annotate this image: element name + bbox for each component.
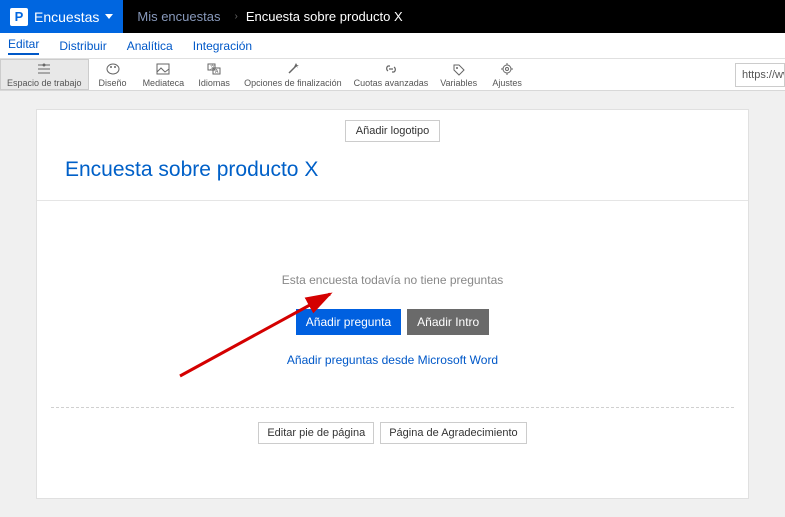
link-row: Añadir preguntas desde Microsoft Word bbox=[37, 345, 748, 407]
tab-distribute[interactable]: Distribuir bbox=[59, 39, 106, 53]
edit-footer-button[interactable]: Editar pie de página bbox=[258, 422, 374, 444]
survey-title[interactable]: Encuesta sobre producto X bbox=[37, 148, 748, 200]
add-logo-button[interactable]: Añadir logotipo bbox=[345, 120, 440, 142]
url-field[interactable]: https://ww bbox=[735, 63, 785, 87]
footer-row: Editar pie de página Página de Agradecim… bbox=[37, 408, 748, 458]
add-intro-button[interactable]: Añadir Intro bbox=[407, 309, 489, 335]
gear-icon bbox=[499, 62, 515, 76]
thanks-page-button[interactable]: Página de Agradecimiento bbox=[380, 422, 526, 444]
palette-icon bbox=[105, 62, 121, 76]
toolbar-label: Opciones de finalización bbox=[244, 78, 342, 88]
toolbar-label: Idiomas bbox=[198, 78, 230, 88]
toolbar-design[interactable]: Diseño bbox=[89, 59, 137, 90]
caret-down-icon bbox=[105, 14, 113, 19]
breadcrumb-current: Encuesta sobre producto X bbox=[238, 9, 411, 24]
toolbar: Espacio de trabajo Diseño Mediateca 文A I… bbox=[0, 59, 785, 91]
logo-slot: Añadir logotipo bbox=[37, 110, 748, 148]
add-from-word-link[interactable]: Añadir preguntas desde Microsoft Word bbox=[287, 353, 498, 367]
brand-dropdown[interactable]: P Encuestas bbox=[0, 0, 123, 33]
toolbar-label: Ajustes bbox=[492, 78, 522, 88]
translate-icon: 文A bbox=[206, 62, 222, 76]
toolbar-variables[interactable]: Variables bbox=[434, 59, 483, 90]
toolbar-label: Variables bbox=[440, 78, 477, 88]
toolbar-languages[interactable]: 文A Idiomas bbox=[190, 59, 238, 90]
toolbar-media[interactable]: Mediateca bbox=[137, 59, 191, 90]
my-surveys-link[interactable]: Mis encuestas bbox=[123, 9, 234, 24]
tab-integration[interactable]: Integración bbox=[193, 39, 252, 53]
sub-nav: Editar Distribuir Analítica Integración bbox=[0, 33, 785, 59]
canvas-area: Añadir logotipo Encuesta sobre producto … bbox=[0, 91, 785, 517]
empty-message: Esta encuesta todavía no tiene preguntas bbox=[282, 273, 504, 287]
survey-canvas: Añadir logotipo Encuesta sobre producto … bbox=[36, 109, 749, 499]
toolbar-label: Diseño bbox=[99, 78, 127, 88]
image-icon bbox=[155, 62, 171, 76]
action-row: Añadir pregunta Añadir Intro bbox=[37, 299, 748, 345]
brand-logo-icon: P bbox=[10, 8, 28, 26]
link-icon bbox=[383, 62, 399, 76]
toolbar-label: Cuotas avanzadas bbox=[354, 78, 429, 88]
toolbar-label: Espacio de trabajo bbox=[7, 78, 82, 88]
toolbar-label: Mediateca bbox=[143, 78, 185, 88]
add-question-button[interactable]: Añadir pregunta bbox=[296, 309, 401, 335]
tag-icon bbox=[451, 62, 467, 76]
top-navbar: P Encuestas Mis encuestas › Encuesta sob… bbox=[0, 0, 785, 33]
toolbar-quotas[interactable]: Cuotas avanzadas bbox=[348, 59, 435, 90]
workspace-icon bbox=[36, 62, 52, 76]
empty-state: Esta encuesta todavía no tiene preguntas bbox=[37, 201, 748, 299]
toolbar-settings[interactable]: Ajustes bbox=[483, 59, 531, 90]
brand-label: Encuestas bbox=[34, 9, 99, 25]
toolbar-completion[interactable]: Opciones de finalización bbox=[238, 59, 348, 90]
tab-analytics[interactable]: Analítica bbox=[127, 39, 173, 53]
toolbar-workspace[interactable]: Espacio de trabajo bbox=[0, 59, 89, 90]
tab-edit[interactable]: Editar bbox=[8, 37, 39, 55]
wand-icon bbox=[285, 62, 301, 76]
